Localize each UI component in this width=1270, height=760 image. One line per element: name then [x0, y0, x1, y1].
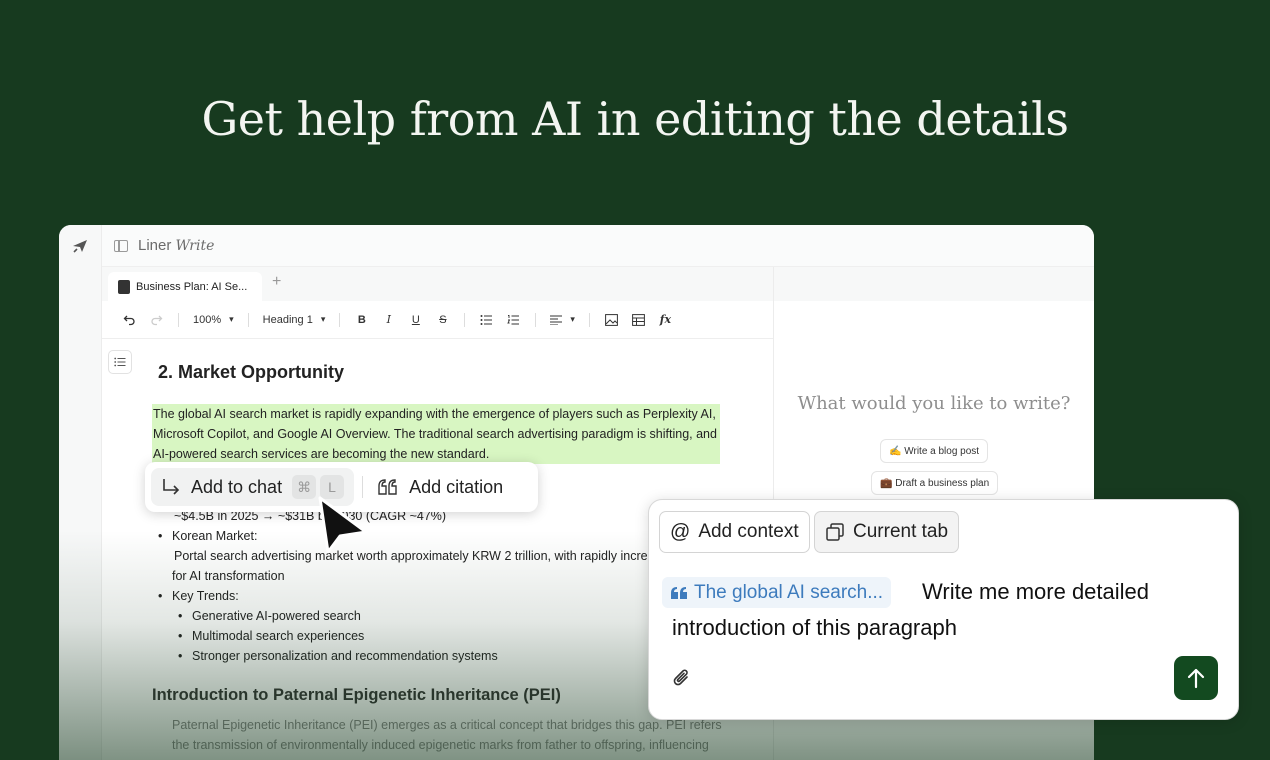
numbered-list-icon[interactable] — [500, 309, 527, 331]
toolbar-divider — [339, 312, 341, 327]
tab-bar: Business Plan: AI Se... + — [102, 267, 773, 301]
text-style-select[interactable]: Heading 1 — [257, 309, 332, 331]
outline-toggle-button[interactable] — [108, 350, 132, 374]
zoom-select[interactable]: 100% — [187, 309, 240, 331]
arrow-up-icon — [1187, 668, 1205, 689]
italic-button[interactable]: I — [375, 309, 402, 331]
hero-title: Get help from AI in editing the details — [201, 92, 1069, 146]
quote-mark-icon — [671, 586, 687, 599]
toolbar-divider — [247, 312, 249, 327]
editor-toolbar: 100% Heading 1 B I U S fx — [102, 301, 773, 339]
brand-logo: Liner Write — [138, 237, 214, 254]
top-bar: Liner Write — [102, 225, 1094, 267]
add-tab-button[interactable]: + — [272, 273, 281, 291]
toolbar-divider — [178, 312, 179, 327]
add-context-button[interactable]: @ Add context — [659, 511, 810, 553]
pei-line: Paternal Epigenetic Inheritance (PEI) em… — [172, 718, 722, 732]
formula-button[interactable]: fx — [652, 309, 679, 331]
quoted-reference-text: The global AI search... — [694, 581, 884, 603]
add-context-label: Add context — [698, 521, 799, 542]
image-icon[interactable] — [598, 309, 625, 331]
suggestion-business-plan[interactable]: 💼 Draft a business plan — [871, 471, 999, 495]
korean-detail: Portal search advertising market worth a… — [172, 549, 727, 583]
toolbar-divider — [588, 312, 590, 327]
liner-logo-icon[interactable] — [71, 237, 89, 255]
toolbar-divider — [535, 312, 537, 327]
at-sign-icon: @ — [670, 520, 691, 543]
current-tab-label: Current tab — [853, 521, 949, 542]
current-tab-button[interactable]: Current tab — [814, 511, 960, 553]
tabs-icon — [826, 523, 844, 541]
list-icon — [114, 357, 126, 367]
popup-divider — [362, 476, 364, 498]
toolbar-divider — [464, 312, 466, 327]
quoted-reference-chip[interactable]: The global AI search... — [662, 577, 892, 608]
add-citation-label: Add citation — [409, 476, 504, 497]
shortcut-cmd-key: ⌘ — [292, 475, 317, 499]
table-icon[interactable] — [625, 309, 652, 331]
bullet-list-icon[interactable] — [473, 309, 500, 331]
underline-button[interactable]: U — [402, 309, 429, 331]
pei-line: the transmission of environmentally indu… — [172, 738, 709, 752]
add-citation-button[interactable]: Add citation — [377, 477, 503, 498]
mouse-pointer-icon — [318, 496, 368, 554]
sidebar-toggle-icon[interactable] — [114, 239, 128, 252]
highlighted-paragraph[interactable]: The global AI search market is rapidly e… — [152, 404, 720, 464]
quote-icon — [378, 479, 397, 495]
align-select[interactable] — [544, 309, 581, 331]
message-text-line1: Write me more detailed — [922, 579, 1150, 604]
undo-icon[interactable] — [116, 309, 143, 331]
bold-button[interactable]: B — [348, 309, 375, 331]
arrow-turn-right-icon — [163, 479, 180, 495]
ai-panel-header — [774, 267, 1094, 301]
brand-sub: Write — [175, 238, 215, 254]
strikethrough-button[interactable]: S — [429, 309, 456, 331]
tab-business-plan[interactable]: Business Plan: AI Se... — [108, 272, 262, 301]
chat-input-box[interactable]: @ Add context Current tab The global AI … — [648, 499, 1239, 720]
tab-label: Business Plan: AI Se... — [136, 280, 248, 293]
suggestion-blog-post[interactable]: ✍️ Write a blog post — [880, 439, 989, 463]
add-to-chat-label: Add to chat — [191, 476, 283, 497]
brand-main: Liner — [138, 237, 172, 254]
section-heading: 2. Market Opportunity — [158, 362, 345, 382]
ai-panel-prompt: What would you like to write? — [797, 393, 1071, 414]
left-rail — [59, 225, 102, 760]
document-icon — [118, 279, 130, 294]
message-text-line2: introduction of this paragraph — [672, 615, 957, 640]
send-button[interactable] — [1174, 656, 1218, 700]
align-left-icon — [550, 314, 563, 325]
paperclip-icon[interactable] — [671, 667, 693, 689]
redo-icon[interactable] — [143, 309, 170, 331]
